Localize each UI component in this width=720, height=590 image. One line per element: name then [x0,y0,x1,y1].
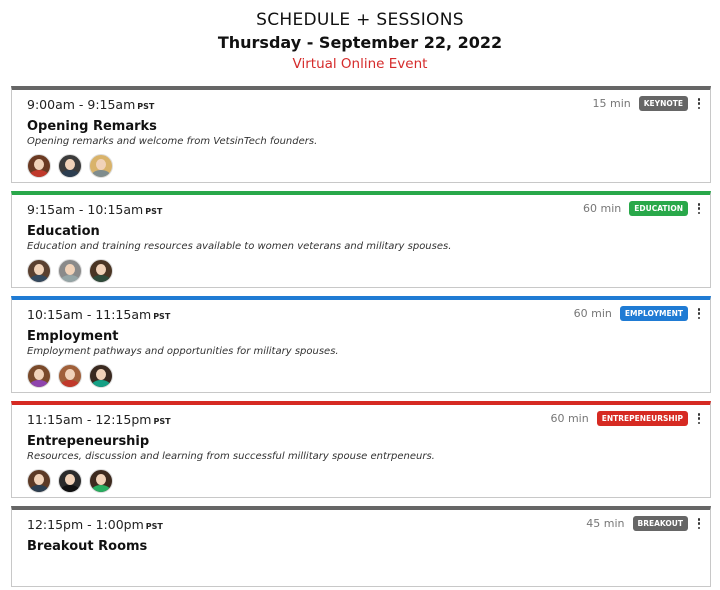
session-duration: 60 min [550,412,589,425]
session-card-entrepeneurship[interactable]: 11:15am - 12:15pm PST 60 min ENTREPENEURS… [11,401,711,498]
speaker-avatar[interactable] [89,364,113,388]
speaker-avatar[interactable] [89,469,113,493]
more-options-icon[interactable] [694,518,704,529]
session-title: Breakout Rooms [27,539,148,554]
timezone: PST [153,312,171,321]
speaker-avatar[interactable] [27,154,51,178]
session-description: Education and training resources availab… [27,241,452,252]
speaker-avatars [27,259,120,283]
session-time: 9:15am - 10:15am PST [27,202,163,217]
page-title: SCHEDULE + SESSIONS [256,10,464,30]
session-time: 12:15pm - 1:00pm PST [27,517,163,532]
event-date: Thursday - September 22, 2022 [217,33,503,52]
session-duration: 60 min [573,307,612,320]
session-tag-badge[interactable]: BREAKOUT [632,516,688,531]
session-title: Employment [27,329,119,344]
timezone: PST [145,522,163,531]
session-duration: 60 min [583,202,622,215]
event-type: Virtual Online Event [292,56,428,72]
speaker-avatar[interactable] [58,259,82,283]
more-options-icon[interactable] [694,203,704,214]
speaker-avatars [27,154,120,178]
session-tag-badge[interactable]: EDUCATION [629,201,688,216]
speaker-avatars [27,364,120,388]
more-options-icon[interactable] [694,413,704,424]
timezone: PST [153,417,171,426]
session-tag-badge[interactable]: EMPLOYMENT [619,306,688,321]
speaker-avatar[interactable] [89,154,113,178]
session-card-education[interactable]: 9:15am - 10:15am PST 60 min EDUCATION Edu… [11,191,711,288]
session-title: Entrepeneurship [27,434,150,449]
more-options-icon[interactable] [694,308,704,319]
session-duration: 45 min [586,517,625,530]
session-time: 10:15am - 11:15am PST [27,307,171,322]
session-description: Employment pathways and opportunities fo… [27,346,339,357]
speaker-avatar[interactable] [58,154,82,178]
session-description: Resources, discussion and learning from … [27,451,435,462]
session-title: Education [27,224,100,239]
speaker-avatar[interactable] [58,469,82,493]
timezone: PST [137,102,155,111]
speaker-avatar[interactable] [89,259,113,283]
session-duration: 15 min [592,97,631,110]
speaker-avatars [27,469,120,493]
session-list: 9:00am - 9:15am PST 15 min KEYNOTE Openin… [11,86,711,587]
speaker-avatar[interactable] [58,364,82,388]
page-header: SCHEDULE + SESSIONS Thursday - September… [0,0,720,73]
speaker-avatar[interactable] [27,259,51,283]
session-card-keynote[interactable]: 9:00am - 9:15am PST 15 min KEYNOTE Openin… [11,86,711,183]
session-card-breakout[interactable]: 12:15pm - 1:00pm PST 45 min BREAKOUT Brea… [11,506,711,587]
session-time: 11:15am - 12:15pm PST [27,412,171,427]
session-time: 9:00am - 9:15am PST [27,97,155,112]
session-tag-badge[interactable]: KEYNOTE [638,96,688,111]
session-tag-badge[interactable]: ENTREPENEURSHIP [596,411,688,426]
session-card-employment[interactable]: 10:15am - 11:15am PST 60 min EMPLOYMENT E… [11,296,711,393]
timezone: PST [145,207,163,216]
session-description: Opening remarks and welcome from VetsinT… [27,136,318,147]
speaker-avatar[interactable] [27,364,51,388]
session-title: Opening Remarks [27,119,157,134]
speaker-avatar[interactable] [27,469,51,493]
more-options-icon[interactable] [694,98,704,109]
